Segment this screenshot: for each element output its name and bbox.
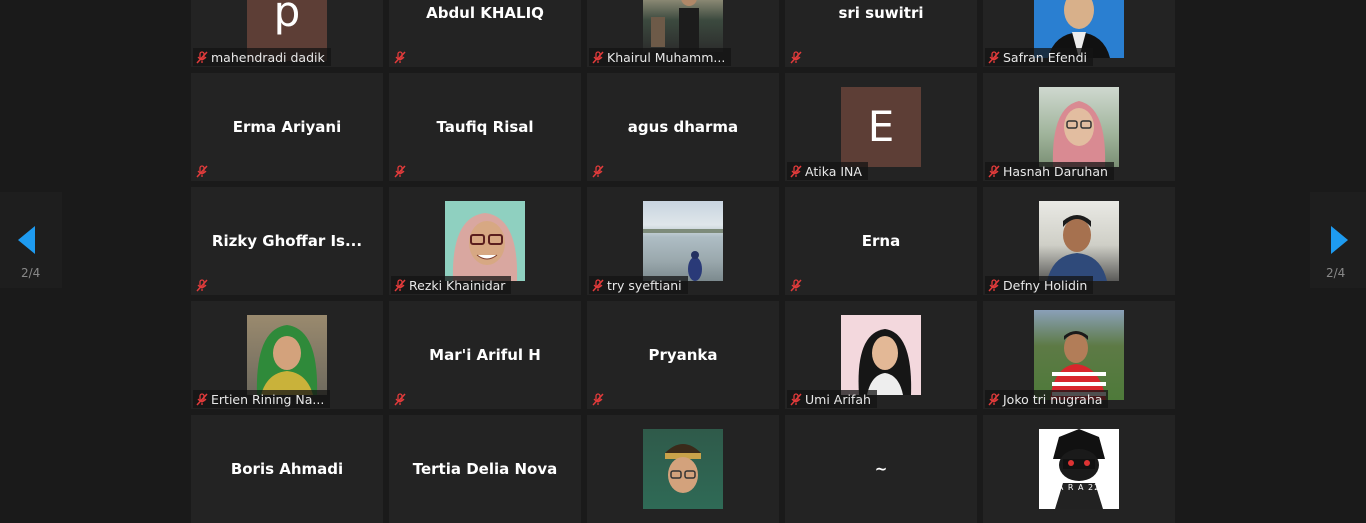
muted-mic-icon <box>391 48 409 66</box>
participant-tile[interactable]: E Atika INA <box>785 73 977 181</box>
muted-mic-icon <box>787 390 805 408</box>
muted-mic-icon <box>391 276 409 294</box>
muted-mic-icon <box>391 390 409 408</box>
muted-mic-icon <box>589 390 607 408</box>
participant-tile[interactable]: Taufiq Risal <box>389 73 581 181</box>
participant-tile[interactable]: Khairul Muhamm... <box>587 0 779 67</box>
participant-tile[interactable]: Umi Arifah <box>785 301 977 409</box>
participant-tile[interactable]: A R A 22 <box>983 415 1175 523</box>
participant-tile[interactable]: Pryanka <box>587 301 779 409</box>
participant-photo <box>1034 310 1124 400</box>
participant-photo <box>247 315 327 395</box>
muted-mic-icon <box>391 162 409 180</box>
participant-name: Tertia Delia Nova <box>412 460 558 478</box>
muted-mic-icon <box>787 276 805 294</box>
muted-mic-icon <box>589 48 607 66</box>
participant-name: Defny Holidin <box>1003 277 1088 293</box>
arrow-right-icon <box>1331 226 1348 254</box>
participant-tile[interactable]: Abdul KHALIQ <box>389 0 581 67</box>
muted-mic-icon <box>985 162 1003 180</box>
participant-name: try syeftiani <box>607 277 682 293</box>
participant-tile[interactable]: Erma Ariyani <box>191 73 383 181</box>
participant-photo <box>1039 201 1119 281</box>
participant-tile[interactable]: Rizky Ghoffar Is... <box>191 187 383 295</box>
participant-name: Khairul Muhamm... <box>607 49 726 65</box>
participant-tile[interactable]: Hasnah Daruhan <box>983 73 1175 181</box>
participant-tile[interactable]: ~ <box>785 415 977 523</box>
participant-name: Taufiq Risal <box>436 118 534 136</box>
muted-mic-icon <box>787 48 805 66</box>
participant-name: sri suwitri <box>838 4 924 22</box>
participant-tile[interactable]: sri suwitri <box>785 0 977 67</box>
participant-tile[interactable]: Boris Ahmadi <box>191 415 383 523</box>
participant-name: Erma Ariyani <box>232 118 342 136</box>
participant-tile[interactable]: p mahendradi dadik <box>191 0 383 67</box>
participant-photo <box>1039 87 1119 167</box>
participant-tile[interactable] <box>587 415 779 523</box>
participant-name: Atika INA <box>805 163 862 179</box>
participant-tile[interactable]: Erna <box>785 187 977 295</box>
participant-name: mahendradi dadik <box>211 49 325 65</box>
participant-name: Ertien Rining Na... <box>211 391 325 407</box>
badge-text: A R A 22 <box>1057 483 1101 492</box>
participant-name: Joko tri nugraha <box>1003 391 1103 407</box>
participant-name: Umi Arifah <box>805 391 871 407</box>
participant-name: Safran Efendi <box>1003 49 1088 65</box>
participant-name: Boris Ahmadi <box>230 460 344 478</box>
participant-photo <box>643 0 723 52</box>
arrow-left-icon <box>18 226 35 254</box>
muted-mic-icon <box>589 276 607 294</box>
participant-tile[interactable]: Rezki Khainidar <box>389 187 581 295</box>
participant-name: ~ <box>874 460 888 478</box>
muted-mic-icon <box>193 48 211 66</box>
participant-tile[interactable]: Tertia Delia Nova <box>389 415 581 523</box>
participant-name: Rezki Khainidar <box>409 277 506 293</box>
muted-mic-icon <box>193 276 211 294</box>
muted-mic-icon <box>193 390 211 408</box>
participant-tile[interactable]: Safran Efendi <box>983 0 1175 67</box>
muted-mic-icon <box>787 162 805 180</box>
participant-photo <box>445 201 525 281</box>
participant-name: Mar'i Ariful H <box>429 346 541 364</box>
participant-name: Abdul KHALIQ <box>426 4 544 22</box>
muted-mic-icon <box>985 276 1003 294</box>
page-indicator-left: 2/4 <box>21 266 41 280</box>
participant-name: Hasnah Daruhan <box>1003 163 1108 179</box>
participant-tile[interactable]: Defny Holidin <box>983 187 1175 295</box>
participant-tile[interactable]: try syeftiani <box>587 187 779 295</box>
avatar: E <box>841 87 921 167</box>
muted-mic-icon <box>193 162 211 180</box>
participant-tile[interactable]: Joko tri nugraha <box>983 301 1175 409</box>
muted-mic-icon <box>589 162 607 180</box>
participant-name: Erna <box>861 232 901 250</box>
participant-photo <box>643 429 723 509</box>
participant-photo <box>841 315 921 395</box>
participant-photo: A R A 22 <box>1039 429 1119 509</box>
participant-tile[interactable]: Ertien Rining Na... <box>191 301 383 409</box>
participant-name: Pryanka <box>648 346 718 364</box>
participant-tile[interactable]: Mar'i Ariful H <box>389 301 581 409</box>
muted-mic-icon <box>985 390 1003 408</box>
muted-mic-icon <box>985 48 1003 66</box>
page-indicator-right: 2/4 <box>1326 266 1346 280</box>
participant-tile[interactable]: agus dharma <box>587 73 779 181</box>
participant-photo <box>643 201 723 281</box>
participant-name: Rizky Ghoffar Is... <box>211 232 363 250</box>
participant-name: agus dharma <box>627 118 739 136</box>
